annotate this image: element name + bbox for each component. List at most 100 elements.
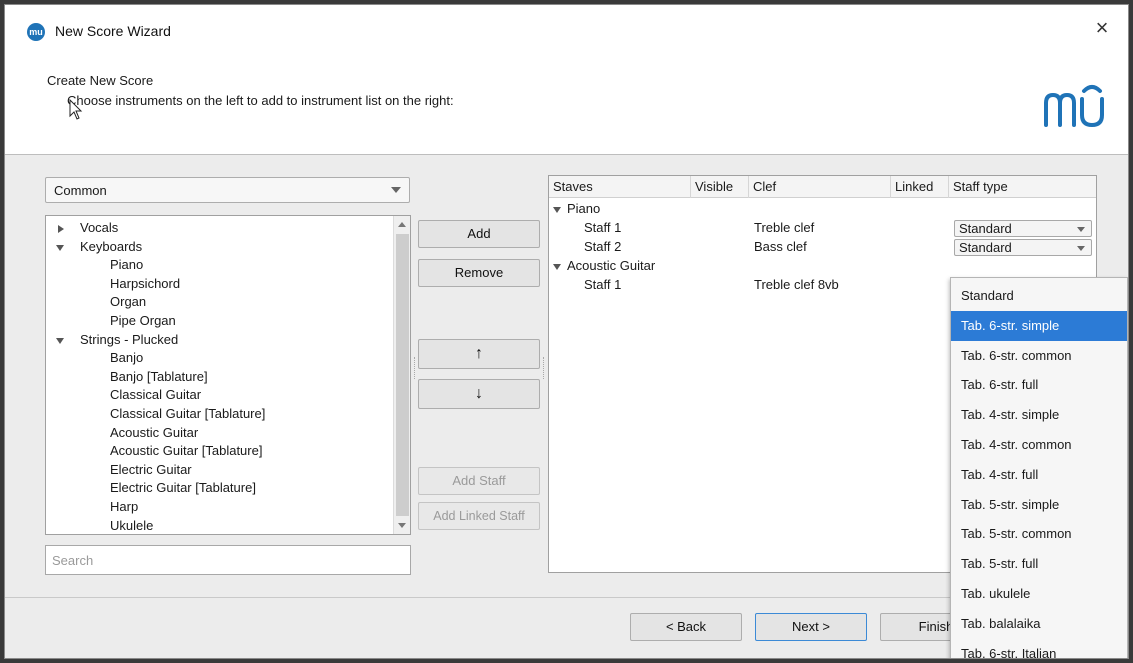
remove-button[interactable]: Remove (418, 259, 540, 287)
page-title: Create New Score (47, 73, 154, 88)
staff-clef[interactable]: Treble clef 8vb (754, 276, 839, 294)
staff-type-option[interactable]: Tab. 6-str. simple (951, 310, 1127, 341)
staff-type-option[interactable]: Tab. 5-str. full (951, 549, 1127, 579)
staff-type-select[interactable]: Standard (954, 220, 1092, 237)
move-up-button[interactable]: ↑ (418, 339, 540, 369)
staff-type-option[interactable]: Tab. 6-str. full (951, 370, 1127, 400)
staff-row[interactable]: Staff 2 Bass clef Standard (549, 238, 1096, 257)
staff-type-value: Standard (959, 240, 1012, 255)
tree-item-label: Electric Guitar (110, 461, 192, 477)
tree-item-label: Harpsichord (110, 275, 181, 291)
scroll-down-arrow-icon[interactable] (398, 523, 406, 528)
staff-name: Staff 1 (584, 220, 622, 235)
tree-item-label: Keyboards (80, 238, 143, 254)
scroll-up-arrow-icon[interactable] (398, 222, 406, 227)
column-header-clef[interactable]: Clef (749, 176, 891, 198)
staff-type-value: Standard (959, 221, 1012, 236)
tree-instrument-item[interactable]: Harpsichord (46, 275, 394, 294)
tree-instrument-item[interactable]: Acoustic Guitar [Tablature] (46, 442, 394, 461)
add-button[interactable]: Add (418, 220, 540, 248)
tree-instrument-item[interactable]: Ukulele (46, 517, 394, 534)
tree-instrument-item[interactable]: Banjo [Tablature] (46, 368, 394, 387)
tree-category-item[interactable]: Strings - Plucked (46, 331, 394, 350)
arrow-up-icon: ↑ (475, 345, 483, 362)
next-button[interactable]: Next > (755, 613, 867, 641)
staff-type-option[interactable]: Tab. 6-str. common (951, 341, 1127, 371)
page-subtitle: Choose instruments on the left to add to… (67, 93, 454, 108)
expand-arrow-icon[interactable] (553, 264, 561, 270)
tree-instrument-item[interactable]: Electric Guitar [Tablature] (46, 479, 394, 498)
column-header-staff-type[interactable]: Staff type (949, 176, 1096, 198)
tree-instrument-item[interactable]: Classical Guitar [Tablature] (46, 405, 394, 424)
tree-item-label: Classical Guitar (110, 387, 202, 403)
wizard-header: Create New Score Choose instruments on t… (5, 55, 1128, 155)
tree-item-label: Strings - Plucked (80, 331, 179, 347)
staff-type-option[interactable]: Tab. 5-str. simple (951, 490, 1127, 520)
window-title: New Score Wizard (55, 23, 171, 39)
staff-type-option[interactable]: Tab. 4-str. simple (951, 400, 1127, 430)
staves-table-header: Staves Visible Clef Linked Staff type (549, 176, 1096, 198)
staff-clef[interactable]: Bass clef (754, 238, 807, 256)
tree-category-item[interactable]: Keyboards (46, 238, 394, 257)
tree-item-label: Organ (110, 294, 147, 310)
tree-item-label: Ukulele (110, 517, 154, 533)
tree-item-label: Vocals (80, 220, 119, 235)
close-button[interactable]: × (1090, 17, 1114, 41)
tree-instrument-item[interactable]: Acoustic Guitar (46, 424, 394, 443)
tree-instrument-item[interactable]: Organ (46, 293, 394, 312)
instrument-search-input[interactable]: Search (45, 545, 411, 575)
mouse-cursor-icon (69, 99, 83, 120)
tree-instrument-item[interactable]: Pipe Organ (46, 312, 394, 331)
musescore-logo-icon (1044, 85, 1104, 128)
part-row-piano[interactable]: Piano (549, 200, 1096, 219)
staff-type-option[interactable]: Tab. 4-str. common (951, 430, 1127, 460)
part-row-acoustic-guitar[interactable]: Acoustic Guitar (549, 257, 1096, 276)
tree-item-label: Piano (110, 257, 144, 273)
column-header-linked[interactable]: Linked (891, 176, 949, 198)
instrument-tree-scrollbar[interactable] (393, 216, 410, 534)
tree-instrument-item[interactable]: Harp (46, 498, 394, 517)
tree-item-label: Acoustic Guitar (110, 424, 199, 440)
staff-type-option[interactable]: Tab. 6-str. Italian (951, 639, 1127, 658)
arrow-down-icon: ↓ (475, 385, 483, 402)
staff-type-option[interactable]: Tab. balalaika (951, 609, 1127, 639)
staff-type-option[interactable]: Tab. 5-str. common (951, 519, 1127, 549)
tree-instrument-item[interactable]: Piano (46, 256, 394, 275)
back-button[interactable]: < Back (630, 613, 742, 641)
add-staff-button[interactable]: Add Staff (418, 467, 540, 495)
tree-item-label: Pipe Organ (110, 313, 176, 328)
tree-instrument-item[interactable]: Banjo (46, 349, 394, 368)
chevron-down-icon (391, 187, 401, 193)
expanded-arrow-icon[interactable] (56, 337, 64, 344)
scrollbar-thumb[interactable] (396, 234, 409, 516)
staff-name: Staff 1 (584, 277, 622, 292)
collapsed-arrow-icon[interactable] (58, 225, 64, 233)
column-header-visible[interactable]: Visible (691, 176, 749, 198)
tree-item-label: Banjo (110, 350, 144, 366)
staff-type-option[interactable]: Tab. ukulele (951, 579, 1127, 609)
tree-item-label: Electric Guitar [Tablature] (110, 480, 256, 496)
staff-clef[interactable]: Treble clef (754, 219, 814, 237)
instrument-category-select[interactable]: Common (45, 177, 410, 203)
left-splitter-handle[interactable] (414, 357, 417, 379)
column-header-staves[interactable]: Staves (549, 176, 691, 198)
chevron-down-icon (1077, 246, 1085, 251)
tree-item-label: Acoustic Guitar [Tablature] (110, 443, 263, 459)
move-down-button[interactable]: ↓ (418, 379, 540, 409)
right-splitter-handle[interactable] (543, 357, 546, 379)
part-name: Acoustic Guitar (567, 258, 656, 273)
tree-instrument-item[interactable]: Classical Guitar (46, 386, 394, 405)
add-linked-staff-button[interactable]: Add Linked Staff (418, 502, 540, 530)
staff-row[interactable]: Staff 1 Treble clef Standard (549, 219, 1096, 238)
instrument-tree[interactable]: Vocals Keyboards Piano Harpsichord Organ Pipe… (45, 215, 411, 535)
staff-type-option[interactable]: Tab. 4-str. full (951, 460, 1127, 490)
staff-type-option[interactable]: Standard (951, 281, 1127, 311)
expanded-arrow-icon[interactable] (56, 244, 64, 251)
tree-item-label: Harp (110, 499, 139, 514)
tree-category-item[interactable]: Vocals (46, 219, 394, 238)
staff-type-select[interactable]: Standard (954, 239, 1092, 256)
staff-type-dropdown[interactable]: Standard Tab. 6-str. simple Tab. 6-str. co… (950, 277, 1128, 658)
expand-arrow-icon[interactable] (553, 207, 561, 213)
staff-name: Staff 2 (584, 239, 622, 254)
tree-instrument-item[interactable]: Electric Guitar (46, 461, 394, 480)
